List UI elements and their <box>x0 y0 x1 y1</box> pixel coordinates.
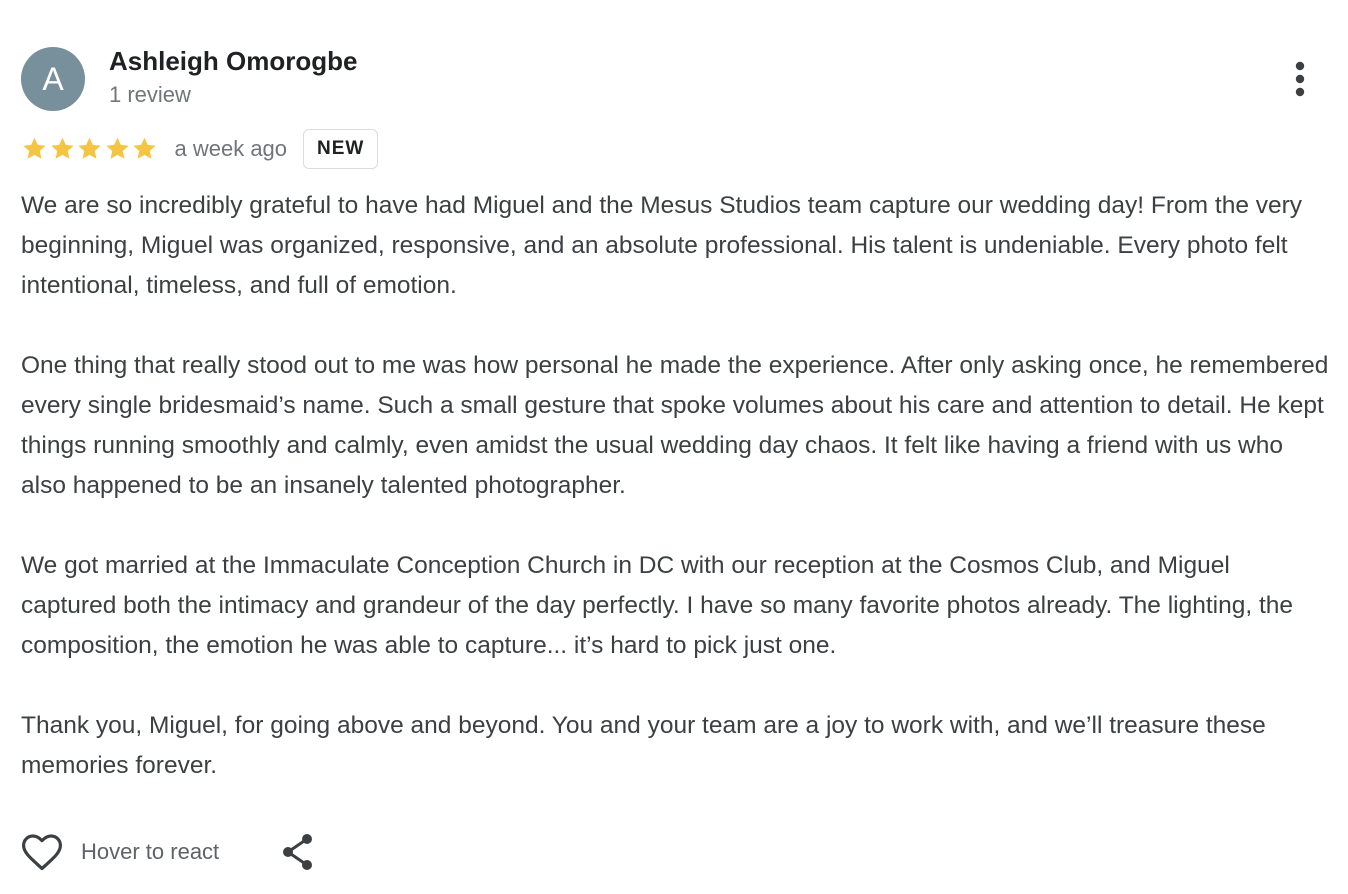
more-vertical-icon <box>1295 61 1305 97</box>
rating-row: a week ago NEW <box>21 128 379 170</box>
review-text: We are so incredibly grateful to have ha… <box>21 186 1331 786</box>
react-label: Hover to react <box>81 839 220 864</box>
more-options-button[interactable] <box>1280 58 1320 102</box>
new-badge: NEW <box>303 129 379 169</box>
review-count[interactable]: 1 review <box>109 82 191 108</box>
review-paragraph: We are so incredibly grateful to have ha… <box>21 192 1303 299</box>
star-icon <box>105 137 129 159</box>
star-icon <box>133 137 156 159</box>
star-icon <box>23 137 46 159</box>
star-rating <box>21 136 159 162</box>
avatar[interactable]: A <box>21 47 85 111</box>
react-button[interactable]: Hover to react <box>21 832 219 872</box>
review-paragraph: We got married at the Immaculate Concept… <box>21 552 1294 659</box>
review-paragraph: One thing that really stood out to me wa… <box>21 352 1329 499</box>
share-icon <box>283 834 313 870</box>
reviewer-name[interactable]: Ashleigh Omorogbe <box>109 46 357 77</box>
heart-outline-icon <box>22 834 62 871</box>
actions-row: Hover to react <box>21 830 315 874</box>
share-button[interactable] <box>281 832 315 872</box>
timestamp: a week ago <box>174 136 288 161</box>
star-icon <box>50 137 74 159</box>
star-icon <box>78 137 101 159</box>
review-paragraph: Thank you, Miguel, for going above and b… <box>21 712 1266 779</box>
review-card: A Ashleigh Omorogbe 1 review a week ago … <box>0 0 1348 894</box>
